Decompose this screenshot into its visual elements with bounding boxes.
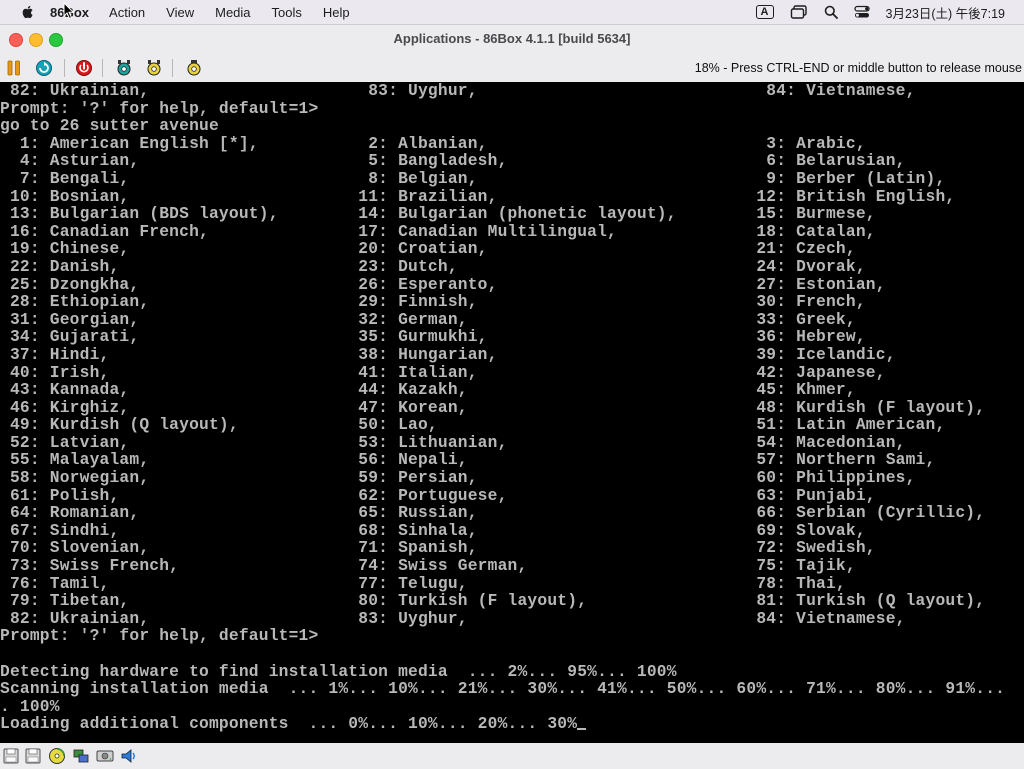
emulated-display[interactable]: 82: Ukrainian, 83: Uyghur, 84: Vietnames…: [0, 82, 1024, 743]
toolbar-separator: [172, 59, 173, 77]
console-line: 25: Dzongkha, 26: Esperanto, 27: Estonia…: [0, 274, 886, 294]
menu-help[interactable]: Help: [323, 5, 350, 20]
screenshot-icon[interactable]: [144, 58, 164, 78]
console-line: 31: Georgian, 32: German, 33: Greek,: [0, 309, 856, 329]
console-line: 22: Danish, 23: Dutch, 24: Dvorak,: [0, 256, 866, 276]
spotlight-search-icon[interactable]: [824, 5, 838, 19]
console-line: Detecting hardware to find installation …: [0, 661, 677, 681]
pause-icon[interactable]: [4, 58, 24, 78]
console-line: Loading additional components ... 0%... …: [0, 715, 1005, 733]
console-line: 4: Asturian, 5: Bangladesh, 6: Belarusia…: [0, 151, 906, 171]
console-line: 61: Polish, 62: Portuguese, 63: Punjabi,: [0, 485, 876, 505]
console-line: 10: Bosnian, 11: Brazilian, 12: British …: [0, 186, 956, 206]
console-line: 67: Sindhi, 68: Sinhala, 69: Slovak,: [0, 520, 866, 540]
floppy-2-icon[interactable]: [24, 747, 42, 765]
console-line: 40: Irish, 41: Italian, 42: Japanese,: [0, 362, 886, 382]
window-title-bar[interactable]: Applications - 86Box 4.1.1 [build 5634]: [0, 25, 1024, 53]
text-cursor: [577, 728, 587, 731]
console-line: 28: Ethiopian, 29: Finnish, 30: French,: [0, 292, 866, 312]
control-center-icon[interactable]: [853, 5, 870, 19]
apple-logo-icon[interactable]: [20, 4, 36, 20]
window-title: Applications - 86Box 4.1.1 [build 5634]: [393, 31, 631, 46]
console-line: 55: Malayalam, 56: Nepali, 57: Northern …: [0, 450, 936, 470]
console-line: 73: Swiss French, 74: Swiss German, 75: …: [0, 556, 856, 576]
menu-action[interactable]: Action: [109, 5, 145, 20]
console-line: 82: Ukrainian, 83: Uyghur, 84: Vietnames…: [0, 82, 916, 100]
console-line: 13: Bulgarian (BDS layout), 14: Bulgaria…: [0, 204, 876, 224]
ctrl-alt-del-icon[interactable]: [34, 58, 54, 78]
menu-view[interactable]: View: [166, 5, 194, 20]
console-line: 16: Canadian French, 17: Canadian Multil…: [0, 221, 876, 241]
console-line: 7: Bengali, 8: Belgian, 9: Berber (Latin…: [0, 168, 946, 188]
input-source-label: A: [755, 5, 774, 19]
console-line: 70: Slovenian, 71: Spanish, 72: Swedish,: [0, 538, 876, 558]
floppy-1-icon[interactable]: [2, 747, 20, 765]
console-line: 1: American English [*], 2: Albanian, 3:…: [0, 133, 866, 153]
console-line: Prompt: '?' for help, default=1>: [0, 98, 319, 118]
console-line: 82: Ukrainian, 83: Uyghur, 84: Vietnames…: [0, 608, 906, 628]
console-line: go to 26 sutter avenue: [0, 116, 219, 136]
input-source-icon[interactable]: A: [755, 5, 774, 19]
console-line: 49: Kurdish (Q layout), 50: Lao, 51: Lat…: [0, 415, 946, 435]
console-line: 37: Hindi, 38: Hungarian, 39: Icelandic,: [0, 344, 896, 364]
console-line: 79: Tibetan, 80: Turkish (F layout), 81:…: [0, 591, 986, 611]
hard-disk-icon[interactable]: [96, 747, 114, 765]
cdrom-icon[interactable]: [48, 747, 66, 765]
toolbar-separator: [64, 59, 65, 77]
mouse-capture-status: 18% - Press CTRL-END or middle button to…: [694, 61, 1022, 75]
toolbar-separator: [102, 59, 103, 77]
macos-menu-bar: 86Box Action View Media Tools Help A 3月2…: [0, 0, 1024, 24]
settings-icon[interactable]: [114, 58, 134, 78]
console-line: 43: Kannada, 44: Kazakh, 45: Khmer,: [0, 380, 856, 400]
media-icon[interactable]: [184, 58, 204, 78]
console-line: 76: Tamil, 77: Telugu, 78: Thai,: [0, 573, 846, 593]
menu-tools[interactable]: Tools: [272, 5, 302, 20]
menu-bar-clock[interactable]: 3月23日(土) 午後7:19: [886, 3, 1005, 22]
hard-reset-icon[interactable]: [74, 58, 94, 78]
status-bar: [0, 743, 1024, 769]
display-mirror-icon[interactable]: [790, 5, 808, 19]
console-line: 34: Gujarati, 35: Gurmukhi, 36: Hebrew,: [0, 327, 866, 347]
menu-media[interactable]: Media: [215, 5, 250, 20]
mouse-pointer-icon: [63, 2, 75, 20]
sound-icon[interactable]: [120, 747, 138, 765]
console-line: 19: Chinese, 20: Croatian, 21: Czech,: [0, 239, 856, 259]
console-line: 58: Norwegian, 59: Persian, 60: Philippi…: [0, 468, 916, 488]
console-line: Prompt: '?' for help, default=1>: [0, 626, 319, 646]
console-line: 52: Latvian, 53: Lithuanian, 54: Macedon…: [0, 432, 906, 452]
console-line: 46: Kirghiz, 47: Korean, 48: Kurdish (F …: [0, 397, 986, 417]
console-line: . 100%: [0, 696, 60, 716]
console-output: 82: Ukrainian, 83: Uyghur, 84: Vietnames…: [0, 82, 1005, 733]
emulator-window: Applications - 86Box 4.1.1 [build 5634] …: [0, 24, 1024, 769]
console-line: Scanning installation media ... 1%... 10…: [0, 679, 1006, 699]
console-line: 64: Romanian, 65: Russian, 66: Serbian (…: [0, 503, 986, 523]
network-icon[interactable]: [72, 747, 90, 765]
